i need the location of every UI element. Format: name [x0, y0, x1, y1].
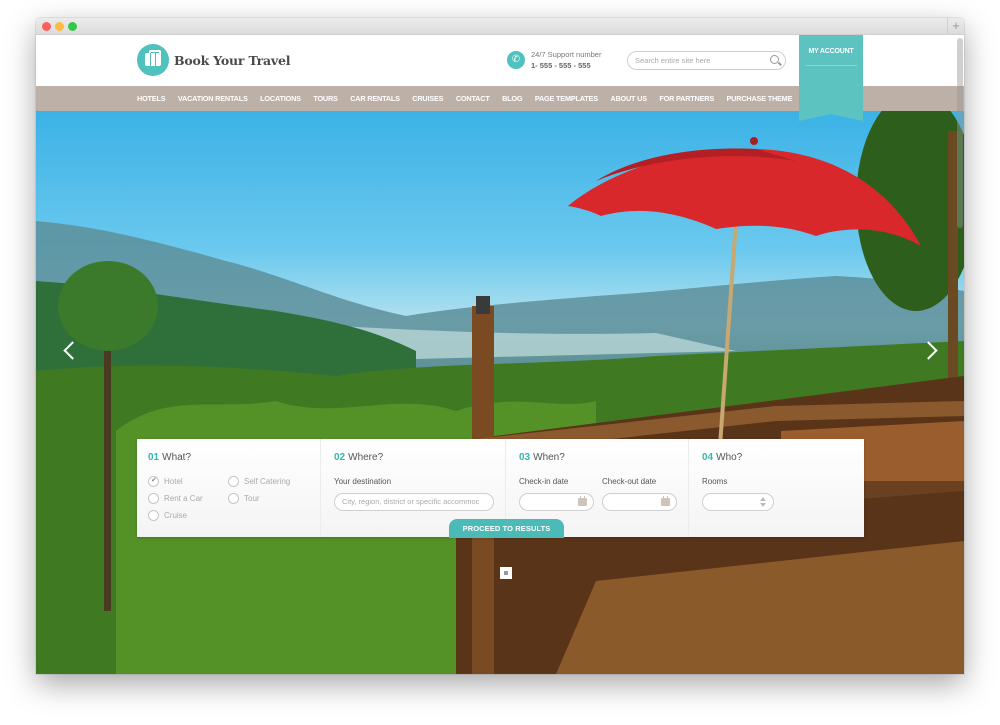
when-title: 03 When? — [519, 452, 565, 463]
support-number: 1- 555 - 555 - 555 — [531, 61, 591, 70]
calendar-icon[interactable] — [578, 496, 587, 506]
my-account-ribbon[interactable]: MY ACCOUNT — [799, 35, 863, 121]
nav-item-tours[interactable]: TOURS — [313, 94, 338, 103]
search-placeholder: Search entire site here — [635, 56, 711, 65]
who-section: 04 Who? Rooms — [688, 439, 864, 537]
checkout-label: Check-out date — [602, 477, 657, 486]
radio-icon — [148, 493, 159, 504]
nav-item-locations[interactable]: LOCATIONS — [260, 94, 301, 103]
radio-icon — [228, 476, 239, 487]
page-scrollbar[interactable] — [957, 38, 963, 228]
lamp-top — [476, 296, 490, 314]
nav-item-contact[interactable]: CONTACT — [456, 94, 490, 103]
calendar-icon[interactable] — [661, 496, 670, 506]
hero-image — [36, 111, 964, 674]
browser-window: + Book Your Travel ✆ 24/7 Support number… — [36, 18, 964, 674]
logo-text: Book Your Travel — [174, 52, 291, 68]
radio-checked-icon — [148, 476, 159, 487]
rooms-stepper[interactable] — [702, 493, 774, 511]
suitcase-icon — [137, 44, 169, 76]
left-palm-trunk — [104, 311, 111, 611]
hero-slider — [36, 111, 964, 674]
umbrella-finial — [750, 137, 758, 145]
radio-tour[interactable]: Tour — [228, 493, 260, 504]
checkin-label: Check-in date — [519, 477, 569, 486]
radio-hotel[interactable]: Hotel — [148, 476, 183, 487]
nav-item-blog[interactable]: BLOG — [502, 94, 522, 103]
what-title: 01 What? — [148, 452, 192, 463]
spinner-arrows-icon[interactable] — [760, 497, 766, 507]
web-page: Book Your Travel ✆ 24/7 Support number 1… — [36, 35, 964, 674]
who-title: 04 Who? — [702, 452, 743, 463]
where-title: 02 Where? — [334, 452, 384, 463]
radio-icon — [148, 510, 159, 521]
support-info: ✆ 24/7 Support number 1- 555 - 555 - 555 — [507, 49, 601, 71]
nav-item-purchase-theme[interactable]: PURCHASE THEME — [727, 94, 793, 103]
close-window-button[interactable] — [42, 22, 51, 31]
radio-rent-a-car[interactable]: Rent a Car — [148, 493, 203, 504]
left-palm-crown — [58, 261, 158, 351]
radio-icon — [228, 493, 239, 504]
radio-self-catering[interactable]: Self Catering — [228, 476, 290, 487]
nav-item-for-partners[interactable]: FOR PARTNERS — [659, 94, 714, 103]
what-section: 01What? Hotel Self Catering Rent a Car T… — [137, 439, 320, 537]
checkout-date-input[interactable] — [602, 493, 677, 511]
radio-cruise[interactable]: Cruise — [148, 510, 187, 521]
slider-pagination-dot[interactable] — [500, 567, 512, 579]
nav-item-about-us[interactable]: ABOUT US — [610, 94, 647, 103]
site-logo[interactable]: Book Your Travel — [137, 44, 290, 76]
my-account-label: MY ACCOUNT — [808, 48, 854, 55]
destination-input[interactable]: City, region, district or specific accom… — [334, 493, 494, 511]
maximize-window-button[interactable] — [68, 22, 77, 31]
minimize-window-button[interactable] — [55, 22, 64, 31]
nav-item-cruises[interactable]: CRUISES — [412, 94, 443, 103]
destination-label: Your destination — [334, 477, 392, 486]
checkin-date-input[interactable] — [519, 493, 594, 511]
browser-titlebar: + — [36, 18, 964, 35]
nav-item-hotels[interactable]: HOTELS — [137, 94, 166, 103]
phone-icon: ✆ — [507, 51, 525, 69]
search-icon[interactable] — [770, 55, 779, 64]
rooms-label: Rooms — [702, 477, 728, 486]
ribbon-divider — [805, 65, 857, 66]
site-search-input[interactable]: Search entire site here — [627, 51, 786, 70]
support-label: 24/7 Support number — [531, 50, 602, 59]
new-tab-button[interactable]: + — [947, 18, 964, 35]
nav-item-page-templates[interactable]: PAGE TEMPLATES — [535, 94, 598, 103]
proceed-to-results-button[interactable]: PROCEED TO RESULTS — [449, 519, 564, 538]
nav-item-car-rentals[interactable]: CAR RENTALS — [350, 94, 400, 103]
nav-item-vacation-rentals[interactable]: VACATION RENTALS — [178, 94, 248, 103]
slider-prev-arrow[interactable] — [62, 339, 76, 363]
slider-next-arrow[interactable] — [924, 339, 938, 363]
